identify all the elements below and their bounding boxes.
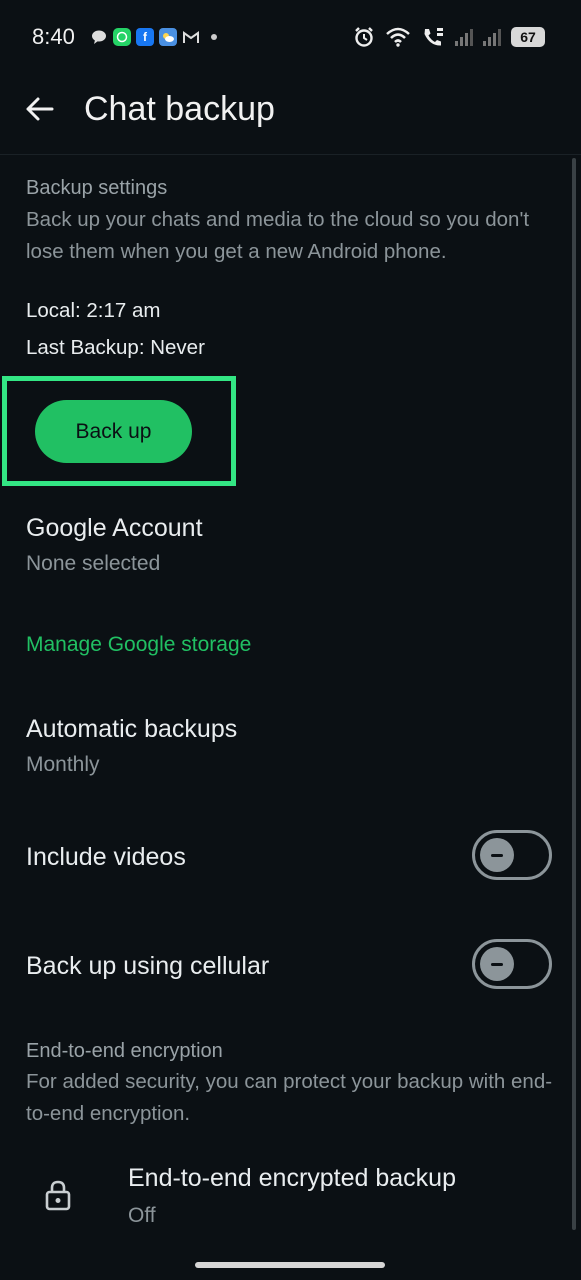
signal-icon (455, 28, 473, 46)
encrypted-backup-title: End-to-end encrypted backup (128, 1164, 456, 1192)
manage-google-storage-link[interactable]: Manage Google storage (26, 633, 251, 657)
back-arrow-icon[interactable] (24, 94, 54, 124)
include-videos-label: Include videos (26, 843, 186, 871)
page-title: Chat backup (84, 90, 275, 128)
last-backup-status: Last Backup: Never (26, 336, 205, 359)
wifi-icon (386, 27, 410, 47)
encrypted-backup-value: Off (128, 1204, 156, 1227)
dot-icon (211, 34, 217, 40)
backup-settings-heading: Backup settings (26, 177, 168, 199)
google-account-value: None selected (26, 552, 161, 575)
status-bar: 8:40 f 67 (0, 0, 581, 76)
battery-icon: 67 (511, 27, 545, 47)
notification-icons: f (90, 28, 217, 46)
weather-icon (159, 28, 177, 46)
toggle-off-icon (480, 838, 514, 872)
google-account-title: Google Account (26, 514, 203, 542)
chat-bubble-icon (90, 28, 108, 46)
backup-settings-description: Back up your chats and media to the clou… (26, 208, 530, 263)
gmail-icon (182, 28, 200, 46)
toggle-off-icon (480, 947, 514, 981)
local-backup-time: Local: 2:17 am (26, 299, 161, 322)
status-icons: 67 (353, 26, 545, 48)
whatsapp-icon (113, 28, 131, 46)
call-icon (424, 28, 443, 46)
encryption-description: For added security, you can protect your… (26, 1070, 553, 1125)
scrollbar[interactable] (572, 158, 576, 1230)
automatic-backups-title: Automatic backups (26, 715, 238, 743)
backup-cellular-label: Back up using cellular (26, 952, 270, 980)
encryption-heading: End-to-end encryption (26, 1040, 223, 1062)
automatic-backups-value: Monthly (26, 753, 100, 776)
status-time: 8:40 (32, 24, 75, 49)
facebook-icon: f (136, 28, 154, 46)
include-videos-toggle[interactable] (472, 830, 552, 880)
lock-icon (45, 1180, 71, 1211)
gesture-nav-bar[interactable] (195, 1262, 385, 1268)
signal-icon (483, 28, 501, 46)
alarm-icon (355, 27, 373, 47)
back-up-button[interactable]: Back up (35, 400, 192, 463)
backup-cellular-toggle[interactable] (472, 939, 552, 989)
app-header: Chat backup (0, 76, 581, 155)
